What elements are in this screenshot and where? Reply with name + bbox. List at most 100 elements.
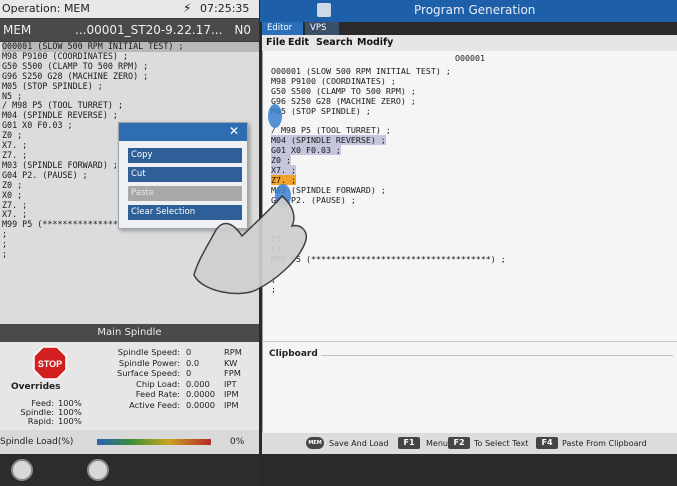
clipboard-panel: Clipboard: [262, 341, 677, 433]
editor-line-text: M99 P5 (********************************…: [271, 253, 506, 264]
hint-select-text: To Select Text: [474, 439, 529, 448]
spindle-unit: RPM: [224, 347, 242, 357]
spindle-value: 0.0000: [186, 400, 216, 410]
cut-menu-item[interactable]: Cut: [128, 167, 242, 182]
editor-line-text: G04 P2. (PAUSE) ;: [271, 194, 356, 205]
override-value: 100%: [58, 416, 82, 426]
editor-line[interactable]: [271, 215, 671, 225]
clear-selection-menu-item[interactable]: Clear Selection: [128, 205, 242, 220]
overrides-title: Overrides: [11, 382, 61, 392]
editor-line[interactable]: Z7. ;: [271, 234, 671, 245]
mem-key-icon[interactable]: MEM: [306, 437, 324, 449]
spindle-panel: STOP Overrides Feed: 100% Spindle: 100% Rapi…: [0, 342, 259, 430]
editor-line-text: O00001 (SLOW 500 RPM INITIAL TEST) ;: [271, 66, 451, 76]
editor-line-text: / M98 P5 (TOOL TURRET) ;: [271, 125, 391, 136]
spindle-unit: IPT: [224, 378, 237, 389]
override-label: Rapid:: [27, 416, 54, 426]
spindle-label: Spindle Power:: [118, 357, 180, 368]
editor-line[interactable]: X7. ;: [271, 164, 671, 176]
spindle-unit: FPM: [224, 368, 241, 379]
context-menu-header: ✕: [119, 123, 247, 141]
spindle-unit: IPM: [224, 389, 239, 400]
menu-file[interactable]: File: [266, 37, 285, 48]
editor-line[interactable]: [271, 205, 671, 215]
editor-line-text: ;: [271, 283, 276, 294]
network-icon: ⚡: [183, 1, 192, 15]
editor-line[interactable]: ;: [271, 263, 671, 275]
hint-save-and-load: Save And Load: [329, 439, 389, 448]
spindle-unit: IPM: [224, 400, 239, 410]
edit-context-menu: ✕ Copy Cut Paste Clear Selection: [118, 122, 248, 229]
f2-key[interactable]: F2: [448, 437, 470, 449]
spindle-load-row: Spindle Load(%) 0%: [0, 430, 259, 454]
line-number: N0: [234, 23, 251, 37]
tab-vps[interactable]: VPS: [305, 22, 339, 35]
editor-line-text: X7. ;: [271, 164, 296, 175]
hint-paste-clipboard: Paste From Clipboard: [562, 439, 647, 448]
tree-icon[interactable]: [87, 459, 109, 481]
editor-line[interactable]: M05 (STOP SPINDLE) ;: [271, 105, 671, 117]
menu-modify[interactable]: Modify: [357, 37, 393, 48]
program-header: MEM ...00001_ST20-9.22.17... N0: [0, 19, 259, 41]
window-title: Program Generation: [414, 3, 536, 17]
code-line: M05 (STOP SPINDLE) ;: [2, 80, 103, 91]
editor-line[interactable]: Z0 ;: [271, 155, 671, 166]
operation-mode: Operation: MEM: [2, 2, 90, 15]
spindle-panel-title: Main Spindle: [0, 324, 259, 342]
editor-line-text: ;: [271, 273, 276, 284]
editor-line-text: M05 (STOP SPINDLE) ;: [271, 105, 371, 116]
editor-line[interactable]: M99 P5 (********************************…: [271, 253, 671, 265]
editor-line[interactable]: ;: [271, 273, 671, 285]
editor-line-text: Z7. ;: [271, 174, 296, 185]
spindle-label: Surface Speed:: [116, 368, 180, 379]
editor-line[interactable]: [271, 225, 671, 235]
clipboard-divider: [321, 355, 673, 356]
editor-line[interactable]: G04 P2. (PAUSE) ;: [271, 194, 671, 206]
spindle-value: 0: [186, 368, 192, 379]
menu-edit[interactable]: Edit: [288, 37, 309, 48]
spindle-value: 0.000: [186, 378, 210, 389]
editor-line[interactable]: ;: [271, 283, 671, 295]
editor-line-text: Z7. ;: [271, 234, 296, 245]
code-line: ;: [2, 249, 8, 260]
clipboard-label: Clipboard: [269, 349, 318, 359]
lock-icon[interactable]: [11, 459, 33, 481]
editor-line-text: M03 (SPINDLE FORWARD) ;: [271, 184, 386, 195]
editor-line-text: M04 (SPINDLE REVERSE) ;: [271, 135, 386, 146]
spindle-value: 0: [186, 347, 192, 357]
mem-mode-label: MEM: [3, 23, 32, 37]
f4-key[interactable]: F4: [536, 437, 558, 449]
menu-icon[interactable]: [317, 3, 331, 17]
editor-line-text: G50 S500 (CLAMP TO 500 RPM) ;: [271, 85, 416, 96]
spindle-label: Chip Load:: [136, 378, 180, 389]
program-generation-titlebar: Program Generation: [260, 0, 677, 22]
tab-editor[interactable]: Editor: [262, 22, 303, 35]
program-number: O00001: [455, 53, 485, 63]
spindle-value: 0.0: [186, 357, 200, 368]
editor-menubar: File Edit Search Modify: [262, 35, 677, 51]
stop-label: STOP: [38, 359, 62, 369]
program-filename: ...00001_ST20-9.22.17...: [75, 23, 223, 37]
stop-sign-icon: STOP: [33, 346, 67, 380]
editor-line-text: G01 X0 F0.03 ;: [271, 145, 341, 156]
clock: 07:25:35: [200, 2, 250, 15]
editor-line-text: Z0 ;: [271, 155, 291, 166]
editor-line-text: G96 S250 G28 (MACHINE ZERO) ;: [271, 95, 416, 106]
spindle-label: Spindle Speed:: [117, 347, 180, 357]
paste-menu-item: Paste: [128, 186, 242, 201]
spindle-unit: KW: [224, 357, 238, 368]
editor-line-text: ;: [271, 263, 276, 274]
menu-search[interactable]: Search: [316, 37, 353, 48]
editor-line-text: X7. ;: [271, 244, 296, 255]
spindle-value: 0.0000: [186, 389, 216, 400]
copy-menu-item[interactable]: Copy: [128, 148, 242, 163]
spindle-load-bar: [97, 439, 211, 445]
code-line: ;: [2, 229, 8, 240]
code-line: ;: [2, 239, 8, 250]
hint-menu: Menu: [426, 439, 448, 448]
f1-key[interactable]: F1: [398, 437, 420, 449]
program-editor[interactable]: O00001 O00001 (SLOW 500 RPM INITIAL TEST…: [262, 51, 677, 341]
editor-line[interactable]: G01 X0 F0.03 ;: [271, 145, 671, 156]
close-icon[interactable]: ✕: [223, 124, 245, 139]
editor-line-text: M98 P9100 (COORDINATES) ;: [271, 75, 396, 86]
